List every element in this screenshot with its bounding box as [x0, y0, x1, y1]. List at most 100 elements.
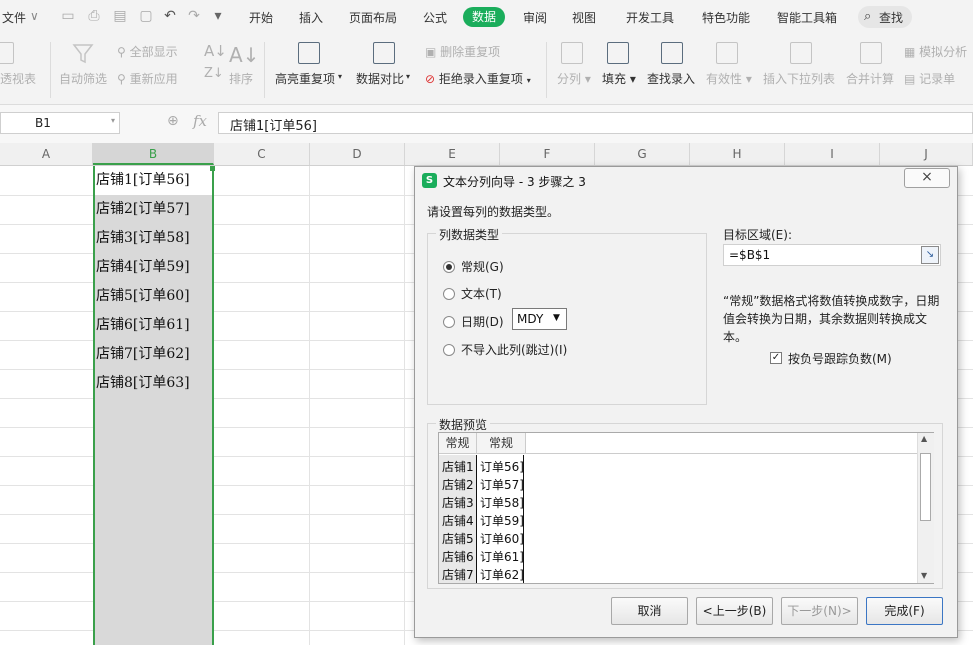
- column-header-e[interactable]: E: [405, 143, 500, 165]
- tab-data[interactable]: 数据: [463, 7, 506, 27]
- zoom-icon[interactable]: ⊕: [167, 113, 179, 129]
- column-header-j[interactable]: J: [880, 143, 973, 165]
- column-header-b[interactable]: B: [93, 143, 214, 165]
- next-button[interactable]: 下一步(N)>: [781, 597, 858, 625]
- date-format-select[interactable]: MDY ▼: [512, 308, 567, 330]
- cell-b7[interactable]: 店铺7[订单62]: [96, 340, 214, 369]
- tab-page-layout[interactable]: 页面布局: [349, 9, 397, 26]
- negative-checkbox[interactable]: ✓: [770, 352, 782, 364]
- tab-review[interactable]: 审阅: [523, 9, 547, 26]
- chevron-down-icon: ▼: [553, 313, 560, 323]
- preview-scrollbar[interactable]: ▲ ▼: [917, 433, 934, 583]
- fill-button[interactable]: 填充 ▾: [602, 70, 636, 87]
- chevron-down-icon[interactable]: ▾: [338, 72, 342, 81]
- fx-icon[interactable]: fx: [193, 112, 207, 130]
- chevron-down-icon[interactable]: ▾: [111, 116, 115, 125]
- radio-skip-label[interactable]: 不导入此列(跳过)(I): [461, 341, 567, 358]
- tab-special[interactable]: 特色功能: [702, 9, 750, 26]
- remove-duplicates-button[interactable]: ▣ 删除重复项: [425, 43, 500, 60]
- reapply-button[interactable]: ⚲ 重新应用: [117, 70, 178, 87]
- simulate-button[interactable]: ▦ 模拟分析: [904, 43, 967, 60]
- scroll-down-icon[interactable]: ▼: [921, 571, 927, 580]
- printer-icon[interactable]: ▤: [112, 8, 128, 24]
- merge-calc-button[interactable]: 合并计算: [846, 70, 894, 87]
- column-header-d[interactable]: D: [310, 143, 405, 165]
- back-button[interactable]: <上一步(B): [696, 597, 773, 625]
- column-header-g[interactable]: G: [595, 143, 690, 165]
- radio-general[interactable]: [443, 261, 455, 273]
- reject-duplicates-button[interactable]: ⊘ 拒绝录入重复项 ▾: [425, 70, 531, 87]
- find-entry-button[interactable]: 查找录入: [647, 70, 695, 87]
- target-area-input[interactable]: =$B$1 ↘: [723, 244, 941, 266]
- column-header-row: A B C D E F G H I J: [0, 143, 973, 166]
- tab-formula[interactable]: 公式: [423, 9, 447, 26]
- undo-icon[interactable]: ↶: [162, 8, 178, 24]
- data-compare-icon: [373, 42, 395, 64]
- tab-view[interactable]: 视图: [572, 9, 596, 26]
- scroll-up-icon[interactable]: ▲: [921, 434, 927, 443]
- cancel-button[interactable]: 取消: [611, 597, 688, 625]
- column-header-f[interactable]: F: [500, 143, 595, 165]
- chevron-down-icon[interactable]: ▾: [406, 72, 410, 81]
- data-compare-button[interactable]: 数据对比: [356, 70, 404, 87]
- preview-icon[interactable]: ▢: [138, 8, 154, 24]
- cell-b4[interactable]: 店铺4[订单59]: [96, 253, 214, 282]
- preview-header-1[interactable]: 常规: [439, 433, 477, 453]
- radio-date[interactable]: [443, 316, 455, 328]
- sort-button[interactable]: 排序: [229, 70, 253, 87]
- insert-dropdown-button[interactable]: 插入下拉列表: [763, 70, 835, 87]
- more-dropdown-icon[interactable]: ▾: [210, 8, 226, 24]
- record-label: 记录单: [919, 72, 956, 86]
- radio-skip[interactable]: [443, 344, 455, 356]
- negative-checkbox-label[interactable]: 按负号跟踪负数(M): [788, 350, 892, 367]
- column-header-h[interactable]: H: [690, 143, 785, 165]
- cell-b8[interactable]: 店铺8[订单63]: [96, 369, 214, 398]
- text-to-columns-dialog: S 文本分列向导 - 3 步骤之 3 × 请设置每列的数据类型。 列数据类型 常…: [414, 166, 958, 638]
- finish-button[interactable]: 完成(F): [866, 597, 943, 625]
- chevron-down-icon[interactable]: ∨: [30, 9, 39, 23]
- cell-b1[interactable]: 店铺1[订单56]: [96, 166, 214, 195]
- tab-developer[interactable]: 开发工具: [626, 9, 674, 26]
- menu-file[interactable]: 文件: [2, 9, 26, 26]
- scrollbar-thumb[interactable]: [920, 453, 931, 521]
- radio-text-label[interactable]: 文本(T): [461, 285, 502, 302]
- dialog-titlebar[interactable]: S 文本分列向导 - 3 步骤之 3 ×: [415, 167, 957, 193]
- tab-smart-toolbox[interactable]: 智能工具箱: [777, 9, 837, 26]
- cell-b5[interactable]: 店铺5[订单60]: [96, 282, 214, 311]
- sort-desc-icon[interactable]: Z↓: [204, 66, 224, 81]
- search-box[interactable]: ⌕ 查找: [858, 6, 912, 28]
- record-button[interactable]: ▤ 记录单: [904, 70, 955, 87]
- radio-general-label[interactable]: 常规(G): [461, 258, 504, 275]
- column-header-c[interactable]: C: [214, 143, 310, 165]
- validity-button[interactable]: 有效性 ▾: [706, 70, 752, 87]
- save-icon[interactable]: ▭: [60, 8, 76, 24]
- radio-date-label[interactable]: 日期(D): [461, 313, 504, 330]
- preview-header-2[interactable]: 常规: [477, 433, 526, 453]
- close-button[interactable]: ×: [904, 168, 950, 188]
- redo-icon[interactable]: ↷: [186, 8, 202, 24]
- pivot-table-icon: [0, 42, 14, 64]
- column-header-a[interactable]: A: [0, 143, 93, 165]
- preview-cell: 店铺1: [442, 460, 474, 474]
- filter-icon: [72, 44, 94, 64]
- range-picker-icon[interactable]: ↘: [921, 246, 939, 264]
- sort-asc-icon[interactable]: A↓: [204, 42, 227, 60]
- radio-text[interactable]: [443, 288, 455, 300]
- tab-home[interactable]: 开始: [249, 9, 273, 26]
- preview-cell: 订单56]: [480, 460, 524, 474]
- split-columns-button[interactable]: 分列 ▾: [557, 70, 591, 87]
- highlight-duplicates-button[interactable]: 高亮重复项: [275, 70, 335, 87]
- auto-filter-button[interactable]: 自动筛选: [59, 70, 107, 87]
- tab-insert[interactable]: 插入: [299, 9, 323, 26]
- cell-b3[interactable]: 店铺3[订单58]: [96, 224, 214, 253]
- preview-cell: 店铺2: [442, 478, 474, 492]
- cell-b2[interactable]: 店铺2[订单57]: [96, 195, 214, 224]
- print-icon[interactable]: ⎙: [86, 8, 102, 24]
- preview-table[interactable]: 常规 常规 店铺1 店铺2 店铺3 店铺4 店铺5 店铺6 店铺7 订单56] …: [438, 432, 934, 584]
- cell-b6[interactable]: 店铺6[订单61]: [96, 311, 214, 340]
- pivot-table-button[interactable]: 透视表: [0, 70, 36, 87]
- column-header-i[interactable]: I: [785, 143, 880, 165]
- name-box[interactable]: B1 ▾: [0, 112, 120, 134]
- show-all-button[interactable]: ⚲ 全部显示: [117, 43, 178, 60]
- formula-input[interactable]: 店铺1[订单56]: [218, 112, 973, 134]
